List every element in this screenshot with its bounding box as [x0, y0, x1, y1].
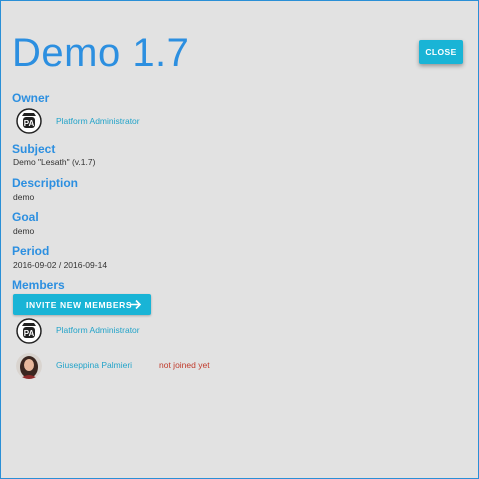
description-heading: Description — [12, 176, 79, 190]
svg-text:PA: PA — [24, 329, 35, 338]
member-row — [16, 353, 42, 379]
member-name-link[interactable]: Giuseppina Palmieri — [56, 360, 132, 370]
period-heading: Period — [12, 244, 50, 258]
member-row: PA — [16, 318, 42, 344]
arrow-right-icon — [129, 298, 142, 313]
period-value: 2016-09-02 / 2016-09-14 — [13, 260, 108, 270]
pa-badge-icon: PA — [16, 318, 42, 344]
subject-heading: Subject — [12, 142, 56, 156]
svg-text:PA: PA — [24, 119, 35, 128]
goal-heading: Goal — [12, 210, 39, 224]
member-name-link[interactable]: Platform Administrator — [56, 325, 140, 335]
member-status: not joined yet — [159, 360, 210, 370]
members-heading: Members — [12, 278, 65, 292]
goal-value: demo — [13, 226, 35, 236]
close-button[interactable]: CLOSE — [419, 40, 463, 64]
invite-new-members-button[interactable]: INVITE NEW MEMBERS — [13, 294, 151, 315]
owner-row: PA — [16, 108, 42, 134]
user-photo-avatar — [16, 353, 42, 379]
invite-button-label: INVITE NEW MEMBERS — [26, 299, 133, 310]
owner-name-link[interactable]: Platform Administrator — [56, 116, 140, 126]
subject-value: Demo "Lesath" (v.1.7) — [13, 157, 96, 167]
owner-heading: Owner — [12, 91, 50, 105]
dialog-title: Demo 1.7 — [12, 31, 190, 75]
pa-badge-icon: PA — [16, 108, 42, 134]
description-value: demo — [13, 192, 35, 202]
